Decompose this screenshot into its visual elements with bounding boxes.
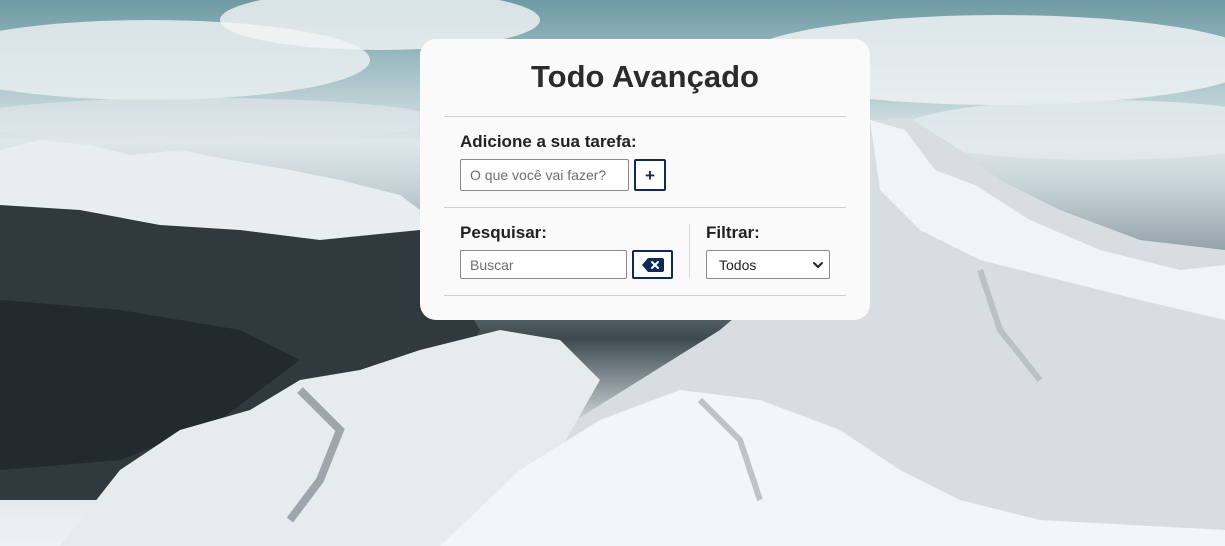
section-divider	[689, 224, 690, 278]
divider	[444, 116, 846, 117]
app-title: Todo Avançado	[531, 59, 759, 94]
filter-selected-value: Todos	[719, 256, 757, 273]
clear-search-button[interactable]	[632, 250, 673, 279]
add-task-button[interactable]: +	[634, 159, 666, 191]
task-input[interactable]	[460, 159, 629, 191]
divider	[444, 295, 846, 296]
filter-select[interactable]: Todos	[706, 250, 830, 279]
add-task-label: Adicione a sua tarefa:	[460, 132, 637, 151]
todo-card: Todo Avançado Adicione a sua tarefa: + P…	[420, 39, 870, 320]
filter-label: Filtrar:	[706, 223, 760, 242]
search-label: Pesquisar:	[460, 223, 547, 242]
plus-label: +	[645, 165, 655, 185]
divider	[444, 207, 846, 208]
chevron-down-icon	[813, 262, 823, 268]
search-input[interactable]	[460, 250, 627, 279]
backspace-icon	[641, 257, 664, 272]
